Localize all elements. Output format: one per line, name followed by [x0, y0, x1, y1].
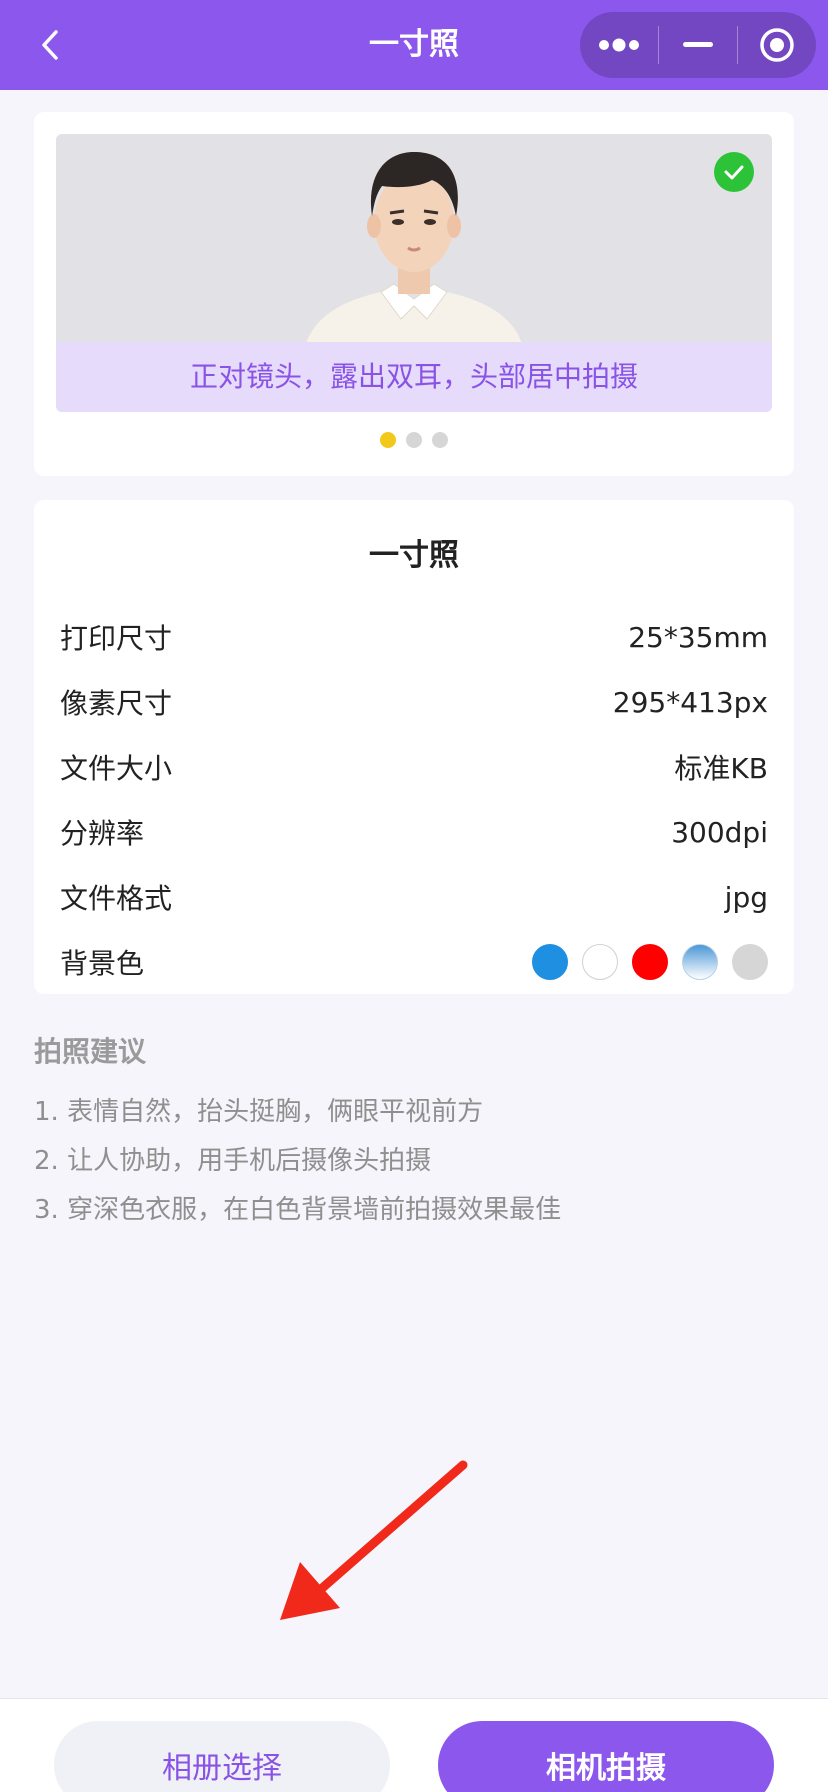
swatch-blue[interactable]	[532, 944, 568, 980]
annotation-arrow-icon	[280, 1460, 468, 1620]
spec-value: 295*413px	[612, 685, 768, 719]
spec-value: 标准KB	[674, 752, 768, 785]
tip-item: 1. 表情自然，抬头挺胸，俩眼平视前方	[34, 1097, 484, 1127]
swatch-red[interactable]	[632, 944, 668, 980]
carousel-dot[interactable]	[432, 432, 448, 448]
spec-row-pixel-size: 像素尺寸 295*413px	[60, 682, 768, 722]
tips-title: 拍照建议	[34, 1035, 147, 1068]
swatch-gray[interactable]	[732, 944, 768, 980]
photo-tips: 拍照建议 1. 表情自然，抬头挺胸，俩眼平视前方 2. 让人协助，用手机后摄像头…	[34, 1030, 794, 1235]
miniprogram-capsule	[580, 12, 816, 78]
swatch-gradient-blue[interactable]	[682, 944, 718, 980]
spec-value: 25*35mm	[628, 620, 768, 654]
camera-capture-button[interactable]: 相机拍摄	[438, 1721, 774, 1792]
check-icon	[714, 152, 754, 192]
spec-label: 打印尺寸	[60, 622, 173, 655]
color-swatches	[532, 944, 768, 980]
carousel-indicators	[34, 432, 794, 448]
tip-item: 3. 穿深色衣服，在白色背景墙前拍摄效果最佳	[34, 1195, 562, 1225]
swatch-white[interactable]	[582, 944, 618, 980]
spec-value: 300dpi	[671, 815, 768, 849]
bottom-action-bar: 相册选择 相机拍摄	[0, 1698, 828, 1792]
spec-label: 文件格式	[60, 882, 173, 915]
nav-header: 一寸照	[0, 0, 828, 90]
minimize-icon	[683, 42, 713, 47]
spec-row-file-size: 文件大小 标准KB	[60, 747, 768, 787]
close-button[interactable]	[738, 12, 816, 78]
carousel-slide[interactable]: 正对镜头，露出双耳，头部居中拍摄	[56, 134, 772, 412]
carousel-dot[interactable]	[406, 432, 422, 448]
spec-label: 背景色	[60, 947, 145, 980]
album-select-button[interactable]: 相册选择	[54, 1721, 390, 1792]
spec-title: 一寸照	[369, 538, 459, 573]
example-carousel: 正对镜头，露出双耳，头部居中拍摄	[34, 112, 794, 476]
spec-value: jpg	[724, 880, 768, 914]
spec-row-background-color: 背景色	[60, 942, 768, 982]
minimize-button[interactable]	[659, 12, 737, 78]
spec-card: 一寸照 打印尺寸 25*35mm 像素尺寸 295*413px 文件大小 标准K…	[34, 500, 794, 994]
spec-row-file-format: 文件格式 jpg	[60, 877, 768, 917]
chevron-left-icon	[42, 30, 58, 60]
spec-label: 像素尺寸	[60, 687, 173, 720]
slide-caption: 正对镜头，露出双耳，头部居中拍摄	[56, 342, 772, 412]
spec-label: 分辨率	[60, 817, 145, 850]
target-close-icon	[760, 28, 794, 62]
spec-row-resolution: 分辨率 300dpi	[60, 812, 768, 852]
sample-portrait-image	[306, 152, 522, 344]
back-button[interactable]	[30, 25, 70, 65]
tip-item: 2. 让人协助，用手机后摄像头拍摄	[34, 1146, 432, 1176]
more-dots-icon	[599, 38, 639, 52]
spec-label: 文件大小	[60, 752, 173, 785]
spec-row-print-size: 打印尺寸 25*35mm	[60, 617, 768, 657]
carousel-dot[interactable]	[380, 432, 396, 448]
more-button[interactable]	[580, 12, 658, 78]
